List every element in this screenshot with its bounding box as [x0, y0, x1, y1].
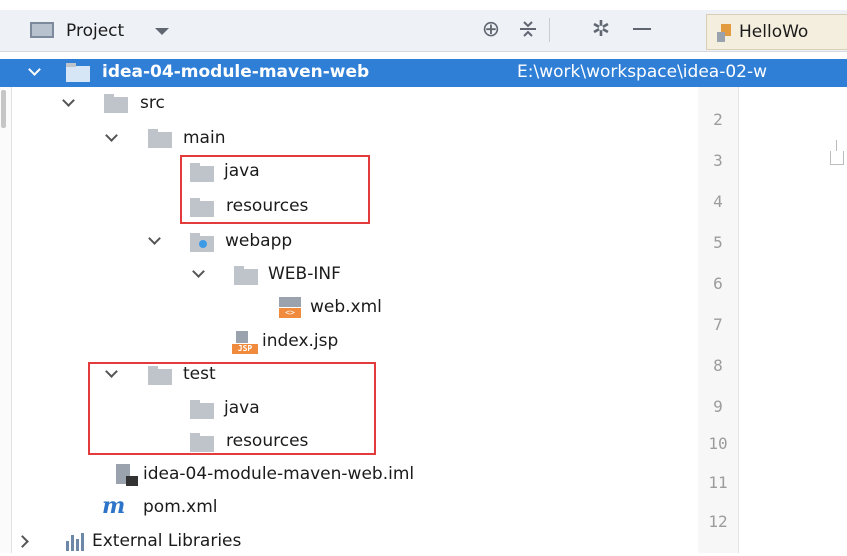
tree-label: idea-04-module-maven-web.iml — [143, 464, 415, 484]
xml-file-icon: <> — [279, 297, 301, 319]
folder-icon — [148, 129, 172, 148]
jsp-badge: JSP — [232, 344, 258, 354]
tree-label: main — [183, 128, 226, 148]
fold-marker-icon[interactable] — [830, 151, 844, 165]
project-view-icon — [30, 22, 54, 38]
root-module-path: E:\work\workspace\idea-02-w — [517, 62, 767, 82]
chevron-down-icon[interactable] — [148, 232, 161, 245]
editor-tab-hellowo[interactable]: HelloWo — [706, 14, 847, 50]
tree-label: src — [140, 93, 165, 113]
tree-row-pom[interactable]: m pom.xml — [0, 493, 690, 522]
toolbar-separator — [549, 18, 550, 42]
chevron-down-icon[interactable] — [155, 28, 169, 35]
collapse-all-glyph — [520, 21, 536, 37]
java-file-icon — [717, 24, 731, 42]
target-icon[interactable]: ⊕ — [474, 14, 508, 44]
chevron-down-icon[interactable] — [62, 94, 75, 107]
web-folder-icon — [190, 233, 214, 252]
tree-row-main[interactable]: main — [0, 125, 690, 153]
library-icon — [66, 533, 90, 551]
minimize-bar — [633, 28, 651, 30]
project-view-selector[interactable]: Project — [66, 21, 124, 41]
tree-label: webapp — [225, 231, 293, 251]
tree-row-external-libraries[interactable]: External Libraries — [0, 528, 690, 556]
collapse-all-icon[interactable] — [511, 14, 545, 44]
line-number: 10 — [708, 434, 728, 453]
chevron-right-icon[interactable] — [16, 535, 29, 548]
line-number: 8 — [713, 356, 723, 375]
minimize-icon[interactable] — [625, 14, 659, 44]
highlight-box-test — [88, 362, 376, 455]
chevron-down-icon[interactable] — [105, 129, 118, 142]
line-number: 12 — [708, 512, 728, 531]
tree-row-web-xml[interactable]: <> web.xml — [0, 294, 690, 322]
tree-row-webapp[interactable]: webapp — [0, 228, 690, 256]
xml-badge: <> — [279, 308, 301, 318]
line-number: 11 — [708, 473, 728, 492]
editor-tab-label: HelloWo — [739, 22, 809, 42]
line-number: 4 — [713, 192, 723, 211]
tree-row-src[interactable]: src — [0, 90, 690, 118]
tree-row-iml[interactable]: idea-04-module-maven-web.iml — [0, 461, 690, 489]
folder-icon — [234, 266, 258, 285]
line-number: 2 — [713, 110, 723, 129]
line-number: 9 — [713, 397, 723, 416]
line-number: 6 — [713, 274, 723, 293]
tree-label: pom.xml — [143, 497, 218, 517]
maven-icon: m — [102, 493, 126, 519]
tree-row-index-jsp[interactable]: JSP index.jsp — [0, 328, 690, 356]
tree-label: web.xml — [310, 297, 382, 317]
iml-file-icon — [116, 464, 138, 486]
gear-icon[interactable]: ✲ — [584, 14, 618, 44]
root-module-name: idea-04-module-maven-web — [102, 62, 370, 82]
tree-row-root[interactable]: idea-04-module-maven-web E:\work\workspa… — [0, 59, 847, 87]
folder-icon — [104, 94, 128, 113]
chevron-down-icon[interactable] — [28, 63, 41, 76]
module-folder-icon — [66, 63, 90, 82]
tree-label: WEB-INF — [268, 264, 341, 284]
line-number: 3 — [713, 151, 723, 170]
line-number: 7 — [713, 315, 723, 334]
tree-row-web-inf[interactable]: WEB-INF — [0, 261, 690, 289]
chevron-down-icon[interactable] — [192, 265, 205, 278]
line-number: 5 — [713, 233, 723, 252]
tree-label: External Libraries — [92, 531, 242, 551]
highlight-box-main — [180, 155, 370, 224]
tree-label: index.jsp — [262, 331, 339, 351]
jsp-file-icon: JSP — [232, 331, 258, 355]
window-top-strip — [0, 0, 847, 10]
